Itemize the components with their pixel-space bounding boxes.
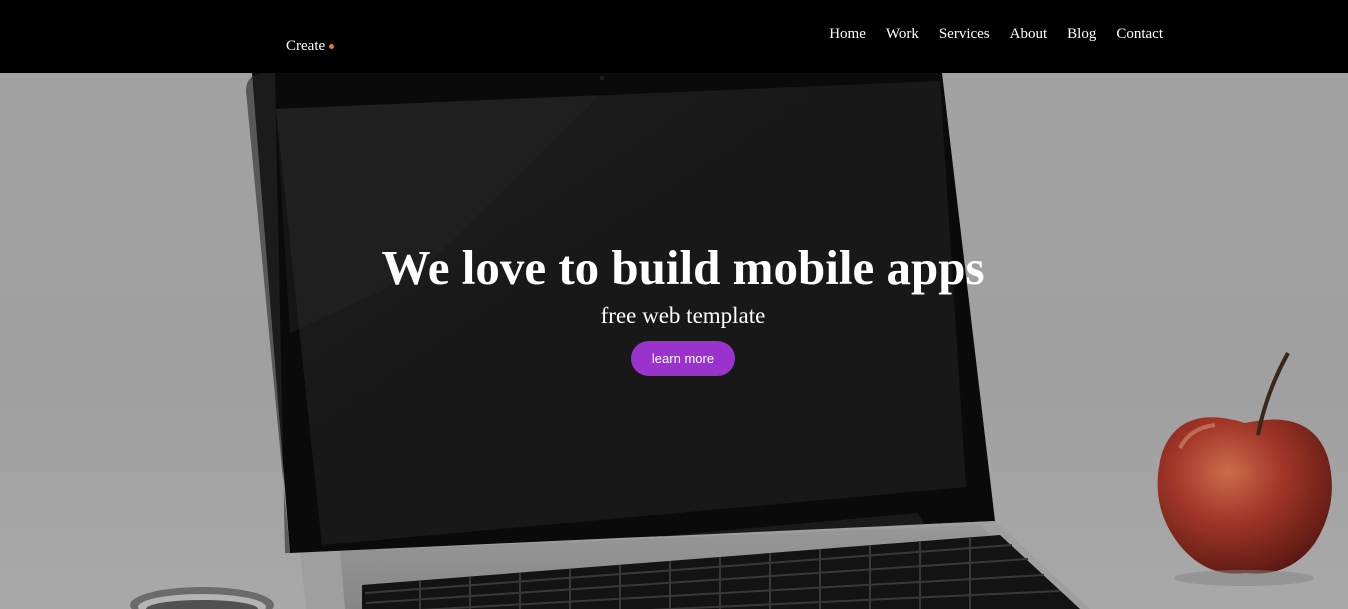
navbar: Create Home Work Services About Blog Con… (0, 0, 1348, 73)
nav-item-contact: Contact (1116, 25, 1163, 43)
hero-content: We love to build mobile apps free web te… (0, 240, 1348, 376)
brand-name: Create (286, 38, 326, 54)
nav-link-home[interactable]: Home (829, 26, 866, 42)
nav-link-blog[interactable]: Blog (1067, 26, 1096, 42)
brand-logo[interactable]: Create (286, 37, 335, 55)
nav-item-blog: Blog (1067, 25, 1096, 43)
hero-section: We love to build mobile apps free web te… (0, 73, 1348, 609)
nav-item-services: Services (939, 25, 990, 43)
nav-link-about[interactable]: About (1010, 26, 1048, 42)
brand-dot-icon (329, 44, 335, 49)
nav-item-home: Home (829, 25, 866, 43)
nav-menu: Home Work Services About Blog Contact (829, 25, 1163, 43)
learn-more-button[interactable]: learn more (631, 341, 735, 376)
hero-subtitle: free web template (600, 303, 766, 328)
nav-link-contact[interactable]: Contact (1116, 26, 1163, 42)
nav-link-work[interactable]: Work (886, 26, 919, 42)
nav-link-services[interactable]: Services (939, 26, 990, 42)
hero-title: We love to build mobile apps (381, 240, 985, 295)
nav-item-work: Work (886, 25, 919, 43)
nav-item-about: About (1010, 25, 1048, 43)
page: Create Home Work Services About Blog Con… (0, 0, 1348, 609)
